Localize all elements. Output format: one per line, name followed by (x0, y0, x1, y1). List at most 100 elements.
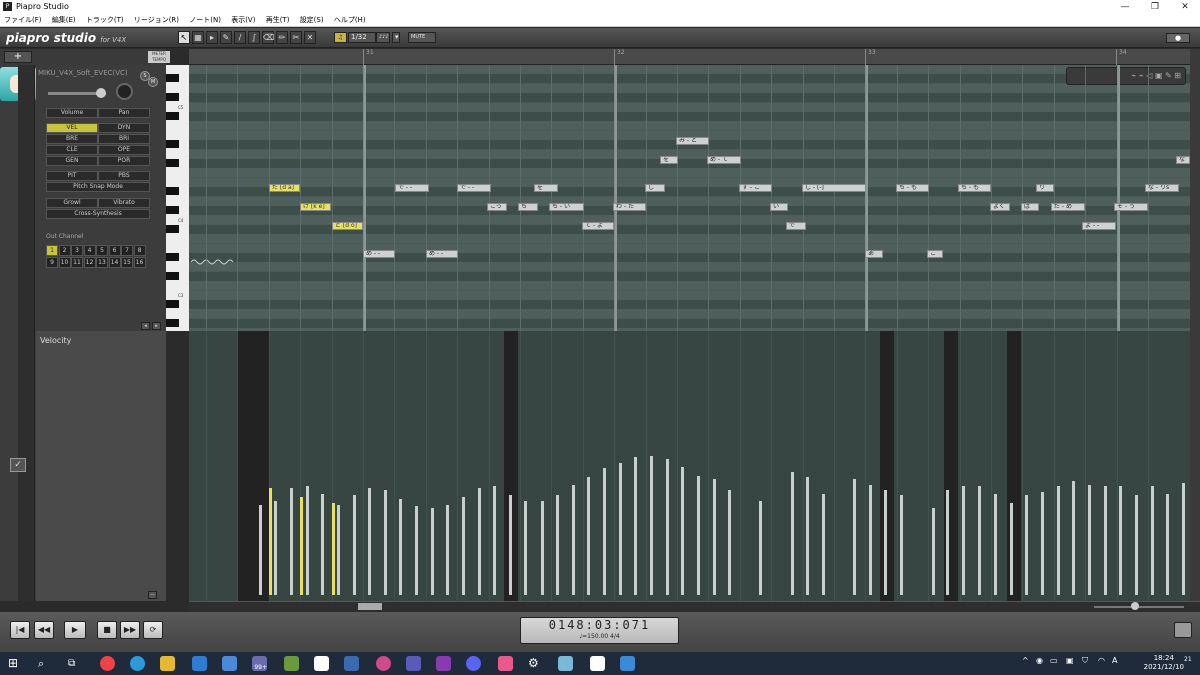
pencil-tool-button[interactable]: ✏ (276, 31, 288, 44)
ime-indicator[interactable]: A (1112, 656, 1117, 665)
pbs-button[interactable]: PBS (98, 171, 150, 181)
search-icon[interactable]: ⌕ (38, 656, 53, 671)
network-icon[interactable]: ◉ (1036, 656, 1043, 665)
onenote-icon[interactable] (436, 656, 451, 671)
black-key[interactable] (166, 112, 179, 120)
velocity-bar[interactable] (1135, 495, 1138, 595)
wifi-icon[interactable]: ◠ (1098, 656, 1105, 665)
channel-button[interactable]: 16 (133, 257, 146, 268)
note-block[interactable]: を (660, 156, 678, 165)
bri-button[interactable]: BRI (98, 134, 150, 144)
pen-tool-button[interactable]: ✎ (220, 31, 232, 44)
notification-icon[interactable]: 21 (1184, 656, 1192, 663)
add-track-button[interactable]: + (4, 51, 32, 63)
channel-button[interactable]: 9 (46, 257, 58, 268)
slack-icon[interactable] (376, 656, 391, 671)
chevron-up-icon[interactable]: ^ (1022, 656, 1029, 665)
note-block[interactable]: で - - (457, 184, 491, 193)
minimize-button[interactable]: — (1110, 0, 1140, 14)
channel-button[interactable]: 5 (96, 245, 108, 256)
curve-tool-button[interactable]: ∫ (248, 31, 260, 44)
black-key[interactable] (166, 187, 179, 196)
velocity-bar[interactable] (728, 490, 731, 595)
photos-icon[interactable] (498, 656, 513, 671)
velocity-bar[interactable] (306, 486, 309, 595)
gen-button[interactable]: GEN (46, 156, 98, 166)
eraser-tool-button[interactable]: ⌫ (262, 31, 274, 44)
vel-button[interactable]: VEL (46, 123, 98, 133)
note-block[interactable]: で (786, 221, 806, 230)
vertical-scrollbar[interactable] (1190, 49, 1200, 601)
note-block[interactable]: ち - も (896, 184, 929, 193)
note-block[interactable]: す - こ (739, 184, 772, 193)
note-block[interactable]: め - て (707, 156, 741, 165)
velocity-bar[interactable] (300, 497, 303, 595)
channel-button[interactable]: 11 (71, 257, 83, 268)
velocity-bar[interactable] (274, 500, 277, 595)
shield-icon[interactable]: ⛉ (1082, 656, 1088, 666)
note-block[interactable]: ば (1021, 203, 1039, 212)
fast-forward-button[interactable]: ▶▶ (120, 621, 140, 639)
bre-button[interactable]: BRE (46, 134, 98, 144)
scroll-left-button[interactable]: ◂ (141, 322, 150, 330)
velocity-bar[interactable] (619, 462, 622, 595)
ope-button[interactable]: OPE (98, 145, 150, 155)
velocity-bar[interactable] (666, 459, 669, 595)
velocity-bar[interactable] (994, 493, 997, 595)
menu-edit[interactable]: 編集(E) (52, 16, 76, 24)
window-icon[interactable] (344, 656, 359, 671)
note-block[interactable]: け [k e] (300, 203, 331, 212)
note-block[interactable]: め - - (363, 250, 395, 259)
menu-play[interactable]: 再生(T) (266, 16, 290, 24)
close-button[interactable]: ✕ (1170, 0, 1200, 14)
velocity-bar[interactable] (946, 490, 949, 595)
velocity-bar[interactable] (1010, 502, 1013, 595)
velocity-bar[interactable] (587, 477, 590, 595)
velocity-bar[interactable] (900, 495, 903, 595)
black-key[interactable] (166, 93, 179, 102)
store-icon[interactable] (222, 656, 237, 671)
velocity-bar[interactable] (332, 502, 335, 595)
note-block[interactable]: い (770, 203, 788, 212)
chevron-down-icon[interactable]: ▾ (392, 32, 400, 43)
note-block[interactable]: で - - (395, 184, 429, 193)
menu-note[interactable]: ノート(N) (189, 16, 221, 24)
velocity-bar[interactable] (1057, 486, 1060, 595)
pitch-snap-mode-button[interactable]: Pitch Snap Mode (46, 182, 150, 192)
windows-start-icon[interactable]: ⊞ (8, 656, 23, 671)
black-key[interactable] (166, 159, 179, 167)
black-key[interactable] (166, 300, 179, 308)
snap-icon[interactable]: ♫ (334, 32, 347, 43)
note-block[interactable]: あ (865, 250, 883, 259)
minecraft-icon[interactable] (284, 656, 299, 671)
record-indicator-button[interactable]: ● (1166, 33, 1190, 43)
note-block[interactable]: な (1176, 156, 1190, 165)
velocity-bar[interactable] (713, 479, 716, 595)
file-explorer-icon[interactable] (160, 656, 175, 671)
velocity-bar[interactable] (1104, 486, 1107, 595)
menu-help[interactable]: ヘルプ(H) (334, 16, 366, 24)
velocity-bar[interactable] (759, 500, 762, 595)
channel-button[interactable]: 6 (108, 245, 121, 256)
velocity-bar[interactable] (431, 508, 434, 595)
note-block[interactable]: だ - め (1051, 203, 1085, 212)
black-key[interactable] (166, 206, 179, 214)
velocity-bar[interactable] (556, 495, 559, 595)
mute-track-button[interactable]: M (148, 77, 158, 87)
note-block[interactable]: ち (518, 203, 538, 212)
velocity-bar[interactable] (1041, 491, 1044, 595)
edge-icon[interactable] (130, 656, 145, 671)
note-block[interactable]: よく (990, 203, 1010, 212)
arrow-tool-button[interactable]: ▸ (206, 31, 218, 44)
velocity-bar[interactable] (321, 493, 324, 595)
collapse-button[interactable]: — (148, 591, 157, 599)
loop-button[interactable]: ⟳ (143, 621, 163, 639)
velocity-bar[interactable] (681, 466, 684, 595)
black-key[interactable] (166, 253, 179, 261)
discord-icon[interactable] (466, 656, 481, 671)
task-view-icon[interactable]: ⧉ (68, 656, 83, 671)
channel-button[interactable]: 7 (121, 245, 133, 256)
black-key[interactable] (166, 140, 179, 149)
channel-button[interactable]: 14 (108, 257, 121, 268)
maximize-button[interactable]: ❐ (1140, 0, 1170, 14)
